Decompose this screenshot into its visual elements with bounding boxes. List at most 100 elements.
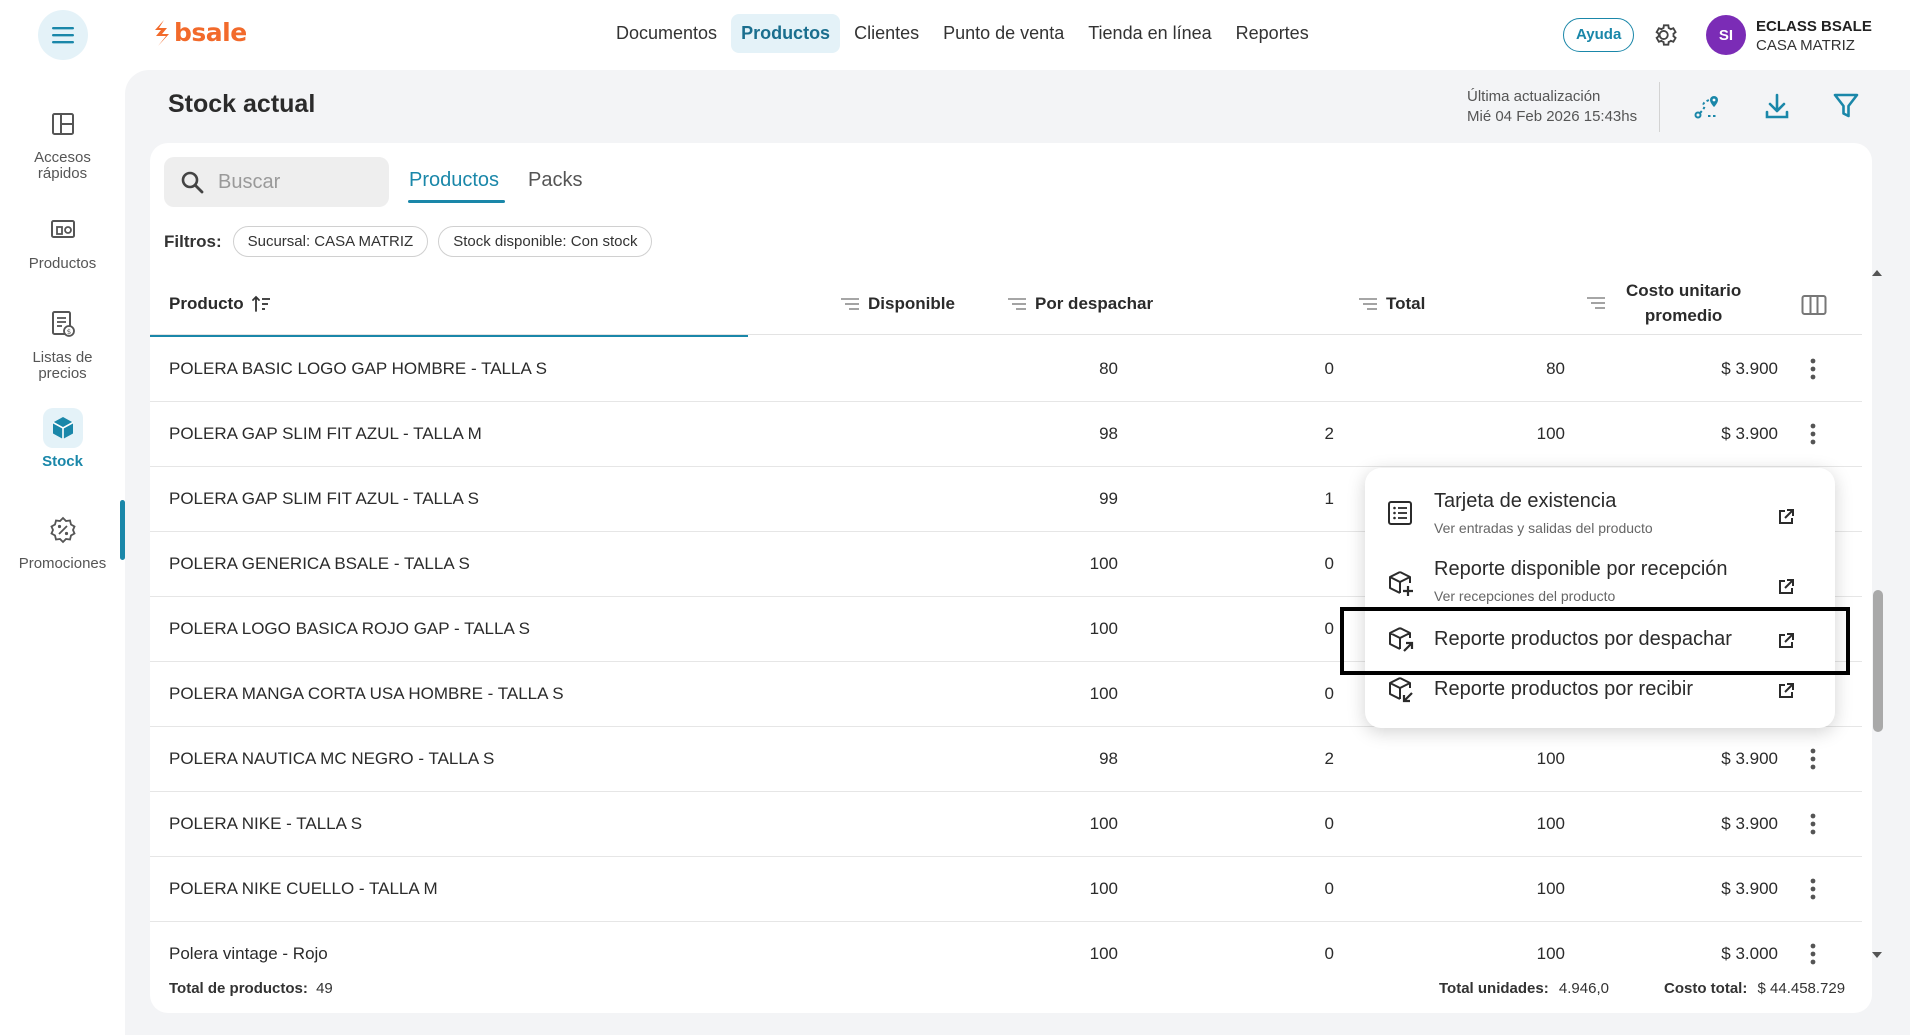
cell-available: 100 <box>1089 814 1118 833</box>
column-filter-icon[interactable] <box>1007 296 1027 312</box>
avatar[interactable]: SI <box>1706 15 1746 55</box>
sidebar-item-promociones[interactable]: Promociones <box>0 510 125 572</box>
route-icon[interactable] <box>1692 92 1722 122</box>
search-input[interactable] <box>218 170 368 194</box>
filter-chip-stock-disponible[interactable]: Stock disponible: Con stock <box>438 226 653 257</box>
sidebar-item-label: Promociones <box>18 555 107 572</box>
stock-box-icon <box>52 417 73 439</box>
user-info[interactable]: ECLASS BSALE CASA MATRIZ <box>1756 17 1872 55</box>
footer-total-products: Total de productos: 49 <box>169 980 333 997</box>
promotion-badge-icon <box>49 516 76 544</box>
cell-cost: $ 3.900 <box>1721 359 1778 378</box>
menu-item-title: Tarjeta de existencia <box>1434 490 1617 512</box>
cell-product: POLERA LOGO BASICA ROJO GAP - TALLA S <box>169 619 530 638</box>
bsale-logo[interactable]: bsale <box>152 18 247 47</box>
menu-item-reporte-productos-por-recibir[interactable]: Reporte productos por recibir <box>1365 668 1835 718</box>
logo-text: bsale <box>174 18 247 47</box>
sidebar-item-stock[interactable]: Stock <box>0 408 125 470</box>
cell-cost: $ 3.900 <box>1721 814 1778 833</box>
cell-product: POLERA GAP SLIM FIT AZUL - TALLA M <box>169 424 482 443</box>
sort-ascending-icon[interactable] <box>251 295 272 313</box>
cell-to-dispatch: 0 <box>1324 359 1334 378</box>
nav-clientes[interactable]: Clientes <box>844 14 929 53</box>
column-header-total[interactable]: Total <box>1358 294 1425 314</box>
products-icon <box>50 220 75 238</box>
cell-available: 100 <box>1089 684 1118 703</box>
column-filter-icon[interactable] <box>1358 296 1378 312</box>
cell-cost: $ 3.900 <box>1721 424 1778 443</box>
row-actions-button[interactable] <box>1798 351 1828 387</box>
cell-total: 100 <box>1536 944 1565 963</box>
row-actions-button[interactable] <box>1798 806 1828 842</box>
row-actions-button[interactable] <box>1798 416 1828 452</box>
nav-tienda-en-linea[interactable]: Tienda en línea <box>1078 14 1221 53</box>
table-row[interactable]: POLERA BASIC LOGO GAP HOMBRE - TALLA S 8… <box>150 337 1862 402</box>
help-button[interactable]: Ayuda <box>1563 18 1635 52</box>
column-filter-icon[interactable] <box>840 296 860 312</box>
last-update-label: Última actualización <box>1467 88 1601 105</box>
hamburger-menu-button[interactable] <box>38 10 88 60</box>
scrollbar-thumb[interactable] <box>1873 590 1883 732</box>
cell-available: 100 <box>1089 879 1118 898</box>
sidebar-item-label: Productos <box>28 255 97 272</box>
cell-product: POLERA BASIC LOGO GAP HOMBRE - TALLA S <box>169 359 547 378</box>
sidebar-item-listas-de-precios[interactable]: $ Listas de precios <box>0 304 125 382</box>
filter-chip-sucursal[interactable]: Sucursal: CASA MATRIZ <box>232 226 429 257</box>
kebab-menu-icon <box>1810 878 1816 900</box>
page-title: Stock actual <box>168 90 316 118</box>
total-units-label: Total unidades: <box>1439 980 1549 997</box>
column-filter-icon[interactable] <box>1586 295 1606 311</box>
nav-documentos[interactable]: Documentos <box>606 14 727 53</box>
column-header-disponible[interactable]: Disponible <box>840 294 955 314</box>
scroll-up-arrow-icon[interactable] <box>1871 268 1883 278</box>
tab-productos[interactable]: Productos <box>409 169 499 192</box>
kebab-menu-icon <box>1810 748 1816 770</box>
table-row[interactable]: POLERA NIKE CUELLO - TALLA M 100 0 100 $… <box>150 857 1862 922</box>
scroll-down-arrow-icon[interactable] <box>1871 950 1883 960</box>
cell-total: 100 <box>1536 879 1565 898</box>
box-add-icon <box>1389 571 1413 596</box>
total-cost-value: $ 44.458.729 <box>1757 980 1846 997</box>
search-box[interactable] <box>164 157 389 207</box>
nav-reportes[interactable]: Reportes <box>1226 14 1319 53</box>
row-actions-button[interactable] <box>1798 936 1828 972</box>
toolbar-divider <box>1659 82 1660 132</box>
column-header-producto[interactable]: Producto <box>169 294 272 314</box>
cell-to-dispatch: 0 <box>1324 684 1334 703</box>
menu-item-title: Reporte productos por recibir <box>1434 678 1694 700</box>
column-header-por-despachar[interactable]: Por despachar <box>1007 294 1153 314</box>
row-actions-button[interactable] <box>1798 871 1828 907</box>
cell-total: 100 <box>1536 749 1565 768</box>
kebab-menu-icon <box>1810 943 1816 965</box>
nav-productos[interactable]: Productos <box>731 14 841 53</box>
columns-toggle-icon[interactable] <box>1801 294 1827 316</box>
filter-icon[interactable] <box>1833 92 1859 120</box>
sidebar-item-label: Stock <box>42 453 83 470</box>
sidebar-item-productos[interactable]: Productos <box>0 210 125 272</box>
row-actions-button[interactable] <box>1798 741 1828 777</box>
cell-total: 100 <box>1536 424 1565 443</box>
download-icon[interactable] <box>1763 92 1791 122</box>
menu-item-title: Reporte disponible por recepción <box>1434 558 1728 580</box>
cell-product: POLERA GENERICA BSALE - TALLA S <box>169 554 470 573</box>
cell-product: POLERA GAP SLIM FIT AZUL - TALLA S <box>169 489 479 508</box>
tab-packs[interactable]: Packs <box>528 169 582 192</box>
menu-item-reporte-productos-por-despachar[interactable]: Reporte productos por despachar <box>1365 618 1835 668</box>
external-link-icon <box>1779 509 1794 524</box>
table-row[interactable]: POLERA GAP SLIM FIT AZUL - TALLA M 98 2 … <box>150 402 1862 467</box>
cell-to-dispatch: 1 <box>1324 489 1334 508</box>
menu-item-tarjeta-de-existencia[interactable]: Tarjeta de existencia Ver entradas y sal… <box>1365 486 1835 548</box>
table-row[interactable]: Polera vintage - Rojo 100 0 100 $ 3.000 <box>150 922 1862 987</box>
nav-punto-de-venta[interactable]: Punto de venta <box>933 14 1074 53</box>
table-row[interactable]: POLERA NAUTICA MC NEGRO - TALLA S 98 2 1… <box>150 727 1862 792</box>
kebab-menu-icon <box>1810 813 1816 835</box>
menu-item-title: Reporte productos por despachar <box>1434 628 1732 650</box>
column-header-costo-unitario[interactable]: Costo unitario promedio <box>1586 278 1741 328</box>
gear-icon[interactable] <box>1652 21 1680 49</box>
cell-product: POLERA NIKE - TALLA S <box>169 814 363 833</box>
menu-item-reporte-disponible-por-recepcion[interactable]: Reporte disponible por recepción Ver rec… <box>1365 556 1835 618</box>
sidebar-item-label: Accesos rápidos <box>34 149 91 182</box>
sidebar-item-accesos-rapidos[interactable]: Accesos rápidos <box>0 104 125 182</box>
table-row[interactable]: POLERA NIKE - TALLA S 100 0 100 $ 3.900 <box>150 792 1862 857</box>
sidebar-item-label: Listas de precios <box>32 349 93 382</box>
